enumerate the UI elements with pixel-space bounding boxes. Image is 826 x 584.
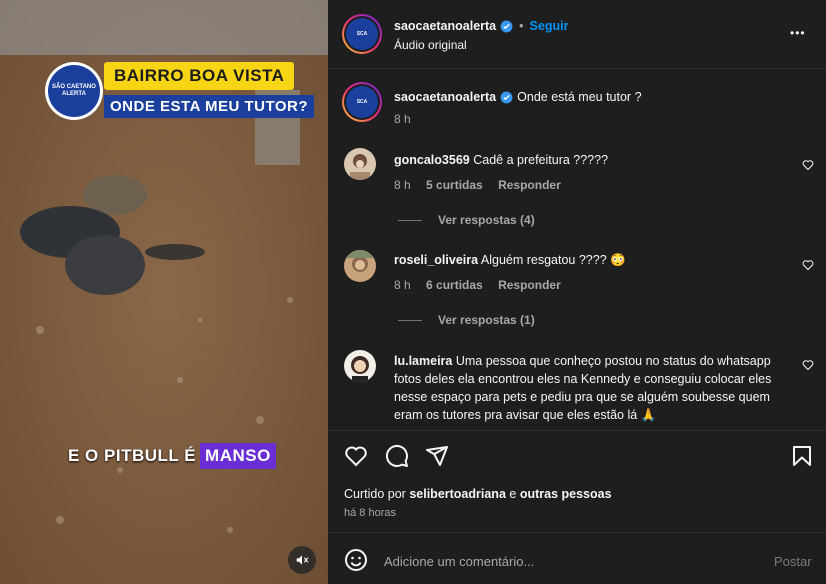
banner-line2: ONDE ESTA MEU TUTOR? [104,95,315,118]
post-time: há 8 horas [344,507,396,519]
liked-prefix: Curtido por [344,487,406,501]
verified-badge-icon [500,20,513,32]
banner-line2-text: ONDE ESTA MEU TUTOR? [110,98,309,115]
post-panel: SCA saocaetanoalerta • Seguir Áudio orig… [328,0,826,584]
comment-text: Cadê a prefeitura ????? [473,153,609,167]
comment-like-icon[interactable] [802,259,814,271]
reply-button[interactable]: Responder [498,178,561,192]
share-icon[interactable] [425,444,449,468]
follow-button[interactable]: Seguir [530,19,569,33]
comment-icon[interactable] [385,444,409,468]
channel-logo: SÃO CAETANO ALERTA [45,62,103,120]
header-user-row: saocaetanoalerta • Seguir [394,19,568,33]
comments-scroll-clip: lu.lameira Uma pessoa que conheço postou… [328,340,826,430]
comment-meta: 8 h 5 curtidas Responder [394,178,561,192]
view-replies-button[interactable]: Ver respostas (4) [438,213,535,227]
composer-divider [328,532,826,533]
header-divider [328,68,826,69]
muted-speaker-icon [296,555,309,565]
replies-line [398,320,422,321]
user-avatar-image [350,154,370,180]
comment-time: 8 h [394,278,411,292]
comment-likes[interactable]: 6 curtidas [426,278,483,292]
comment-meta: 8 h 6 curtidas Responder [394,278,561,292]
separator-dot: • [519,19,524,33]
header-avatar[interactable]: SCA [342,14,382,54]
user-avatar-image [351,356,369,382]
save-bookmark-icon[interactable] [790,444,814,468]
caption-username[interactable]: saocaetanoalerta [394,90,496,104]
comment-body: goncalo3569 Cadê a prefeitura ????? [394,153,789,167]
comment-likes[interactable]: 5 curtidas [426,178,483,192]
post-comment-button[interactable]: Postar [774,554,812,569]
reply-button[interactable]: Responder [498,278,561,292]
comment-input[interactable]: Adicione um comentário... [384,554,764,569]
more-options-button[interactable]: ••• [790,26,806,40]
banner-line1-text: BAIRRO BOA VISTA [114,66,285,85]
comment-body: roseli_oliveira Alguém resgatou ???? 😳 [394,253,789,268]
comment-username[interactable]: roseli_oliveira [394,253,478,267]
mute-button[interactable] [288,546,316,574]
comment-username[interactable]: lu.lameira [394,354,452,368]
comment-avatar[interactable] [344,148,376,180]
view-replies-button[interactable]: Ver respostas (1) [438,313,535,327]
caption-row: saocaetanoalerta Onde está meu tutor ? [394,90,642,104]
video-caption: E O PITBULL É MANSO [68,443,276,469]
caption-text: Onde está meu tutor ? [517,90,642,104]
replies-line [398,220,422,221]
actions-divider [328,430,826,431]
comment-time: 8 h [394,178,411,192]
comment-avatar[interactable] [344,250,376,282]
header-username[interactable]: saocaetanoalerta [394,19,496,33]
video-player[interactable]: SÃO CAETANO ALERTA BAIRRO BOA VISTA ONDE… [0,0,328,584]
caption-highlight: MANSO [200,443,276,469]
comment-avatar[interactable] [344,350,376,382]
comment-username[interactable]: goncalo3569 [394,153,470,167]
caption-time: 8 h [394,112,411,126]
comment-body: lu.lameira Uma pessoa que conheço postou… [394,352,789,424]
header-audio-label[interactable]: Áudio original [394,38,467,52]
caption-avatar[interactable]: SCA [342,82,382,122]
liked-and: e [509,487,517,501]
liked-by: Curtido por selibertoadriana e outras pe… [344,487,612,501]
caption-text: E O PITBULL É [68,446,197,465]
liked-others[interactable]: outras pessoas [520,487,612,501]
banner-line1: BAIRRO BOA VISTA [104,62,295,90]
liked-user[interactable]: selibertoadriana [409,487,506,501]
comment-like-icon[interactable] [802,159,814,171]
comment-text: Alguém resgatou ???? 😳 [480,253,626,267]
verified-badge-icon [500,91,513,103]
user-avatar-image [344,250,376,272]
logo-text: SÃO CAETANO ALERTA [52,84,96,97]
emoji-icon[interactable] [344,548,368,572]
like-icon[interactable] [344,444,368,468]
comment-like-icon[interactable] [802,359,814,371]
